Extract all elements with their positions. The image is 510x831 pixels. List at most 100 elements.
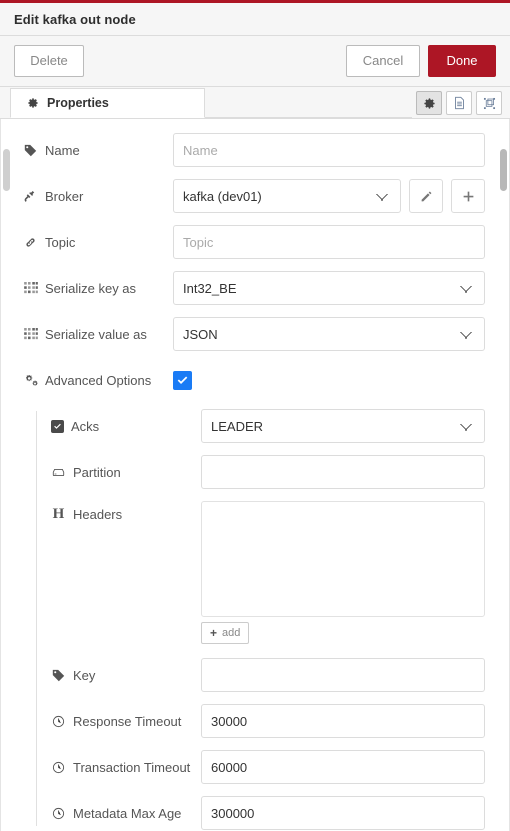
serialize-key-label: Serialize key as <box>15 281 173 296</box>
headers-add-label: add <box>222 627 241 639</box>
hdd-icon <box>51 466 66 479</box>
form-row-key: Key <box>15 658 485 692</box>
acks-control: LEADER <box>201 409 485 443</box>
done-button[interactable]: Done <box>428 45 496 77</box>
serialize-key-select[interactable]: Int32_BE <box>173 271 485 305</box>
headers-textarea[interactable] <box>201 501 485 617</box>
tab-strip: Properties <box>0 87 510 119</box>
clock-icon <box>51 761 66 774</box>
form-row-metadata-max-age: Metadata Max Age <box>15 796 485 830</box>
key-input[interactable] <box>201 658 485 692</box>
acks-select[interactable]: LEADER <box>201 409 485 443</box>
dialog-header: Edit kafka out node <box>0 3 510 36</box>
grid-icon <box>23 282 38 294</box>
acks-label: Acks <box>15 419 201 434</box>
serialize-key-label-text: Serialize key as <box>45 280 137 296</box>
form-row-transaction-timeout: Transaction Timeout <box>15 750 485 784</box>
broker-add-button[interactable] <box>451 179 485 213</box>
tool-gear-icon-button[interactable] <box>416 91 442 115</box>
clock-icon <box>51 715 66 728</box>
header-h-icon: H <box>52 506 65 522</box>
serialize-value-select[interactable]: JSON <box>173 317 485 351</box>
transaction-timeout-control <box>201 750 485 784</box>
check-square-icon[interactable] <box>51 419 64 433</box>
transaction-timeout-input[interactable] <box>201 750 485 784</box>
advanced-options-label-text: Advanced Options <box>45 372 152 388</box>
topic-label-text: Topic <box>45 234 76 250</box>
tab-properties[interactable]: Properties <box>10 88 205 118</box>
serialize-value-label: Serialize value as <box>15 327 173 342</box>
serialize-value-control: JSON <box>173 317 485 351</box>
clock-icon <box>51 807 66 820</box>
key-control <box>201 658 485 692</box>
topic-control <box>173 225 485 259</box>
partition-input[interactable] <box>201 455 485 489</box>
scrollbar-left[interactable] <box>3 149 10 191</box>
tab-strip-filler <box>205 88 412 118</box>
partition-label: Partition <box>15 465 201 480</box>
grid-icon <box>23 328 38 340</box>
transaction-timeout-label: Transaction Timeout <box>15 760 201 775</box>
delete-button[interactable]: Delete <box>14 45 84 77</box>
metadata-max-age-input[interactable] <box>201 796 485 830</box>
headers-control: + add <box>201 501 485 644</box>
form-row-serialize-value: Serialize value as JSON <box>15 317 485 351</box>
plug-icon <box>23 190 38 203</box>
broker-select[interactable]: kafka (dev01) <box>173 179 401 213</box>
headers-add-button[interactable]: + add <box>201 622 250 644</box>
broker-edit-button[interactable] <box>409 179 443 213</box>
dialog-button-bar: Delete Cancel Done <box>0 36 510 87</box>
scrollbar-right[interactable] <box>500 149 507 191</box>
response-timeout-label-text: Response Timeout <box>73 713 182 729</box>
link-icon <box>23 236 38 249</box>
tab-label: Properties <box>47 96 109 110</box>
cancel-button[interactable]: Cancel <box>346 45 420 77</box>
metadata-max-age-control <box>201 796 485 830</box>
broker-label-text: Broker <box>45 188 84 204</box>
plus-icon: + <box>210 626 218 640</box>
broker-control: kafka (dev01) <box>173 179 485 213</box>
acks-label-text: Acks <box>71 418 100 434</box>
appearance-icon <box>483 97 495 109</box>
form-row-acks: Acks LEADER <box>15 409 485 443</box>
form-row-broker: Broker kafka (dev01) <box>15 179 485 213</box>
form-row-serialize-key: Serialize key as Int32_BE <box>15 271 485 305</box>
key-label: Key <box>15 668 201 683</box>
headers-label-text: Headers <box>73 507 123 522</box>
pencil-icon <box>421 191 431 201</box>
tag-icon <box>23 144 38 157</box>
tool-appearance-icon-button[interactable] <box>476 91 502 115</box>
name-label: Name <box>15 143 173 158</box>
response-timeout-label: Response Timeout <box>15 714 201 729</box>
response-timeout-input[interactable] <box>201 704 485 738</box>
tool-description-icon-button[interactable] <box>446 91 472 115</box>
serialize-value-label-text: Serialize value as <box>45 326 147 342</box>
form-row-name: Name <box>15 133 485 167</box>
gear-icon <box>25 97 40 109</box>
key-label-text: Key <box>73 667 96 683</box>
metadata-max-age-label-text: Metadata Max Age <box>73 805 182 821</box>
response-timeout-control <box>201 704 485 738</box>
form-row-headers: H Headers + add <box>15 501 485 644</box>
gear-icon <box>423 97 435 109</box>
metadata-max-age-label: Metadata Max Age <box>15 806 201 821</box>
name-label-text: Name <box>45 142 80 158</box>
form-row-advanced-options: Advanced Options <box>15 363 485 397</box>
broker-label: Broker <box>15 189 173 204</box>
edit-node-dialog: Edit kafka out node Delete Cancel Done P… <box>0 0 510 831</box>
form-row-partition: Partition <box>15 455 485 489</box>
cogs-icon <box>23 374 38 387</box>
properties-form: Name Broker kafka (dev01) <box>1 119 509 831</box>
name-input[interactable] <box>173 133 485 167</box>
advanced-options-block: Acks LEADER Partition H Headers + add Ke… <box>15 409 485 830</box>
topic-label: Topic <box>15 235 173 250</box>
transaction-timeout-label-text: Transaction Timeout <box>73 759 191 775</box>
headers-label: H Headers <box>15 501 201 523</box>
form-row-topic: Topic <box>15 225 485 259</box>
topic-input[interactable] <box>173 225 485 259</box>
page-title: Edit kafka out node <box>14 11 136 27</box>
description-icon <box>454 96 464 110</box>
partition-label-text: Partition <box>73 464 121 480</box>
advanced-options-checkbox[interactable] <box>173 370 192 390</box>
partition-control <box>201 455 485 489</box>
